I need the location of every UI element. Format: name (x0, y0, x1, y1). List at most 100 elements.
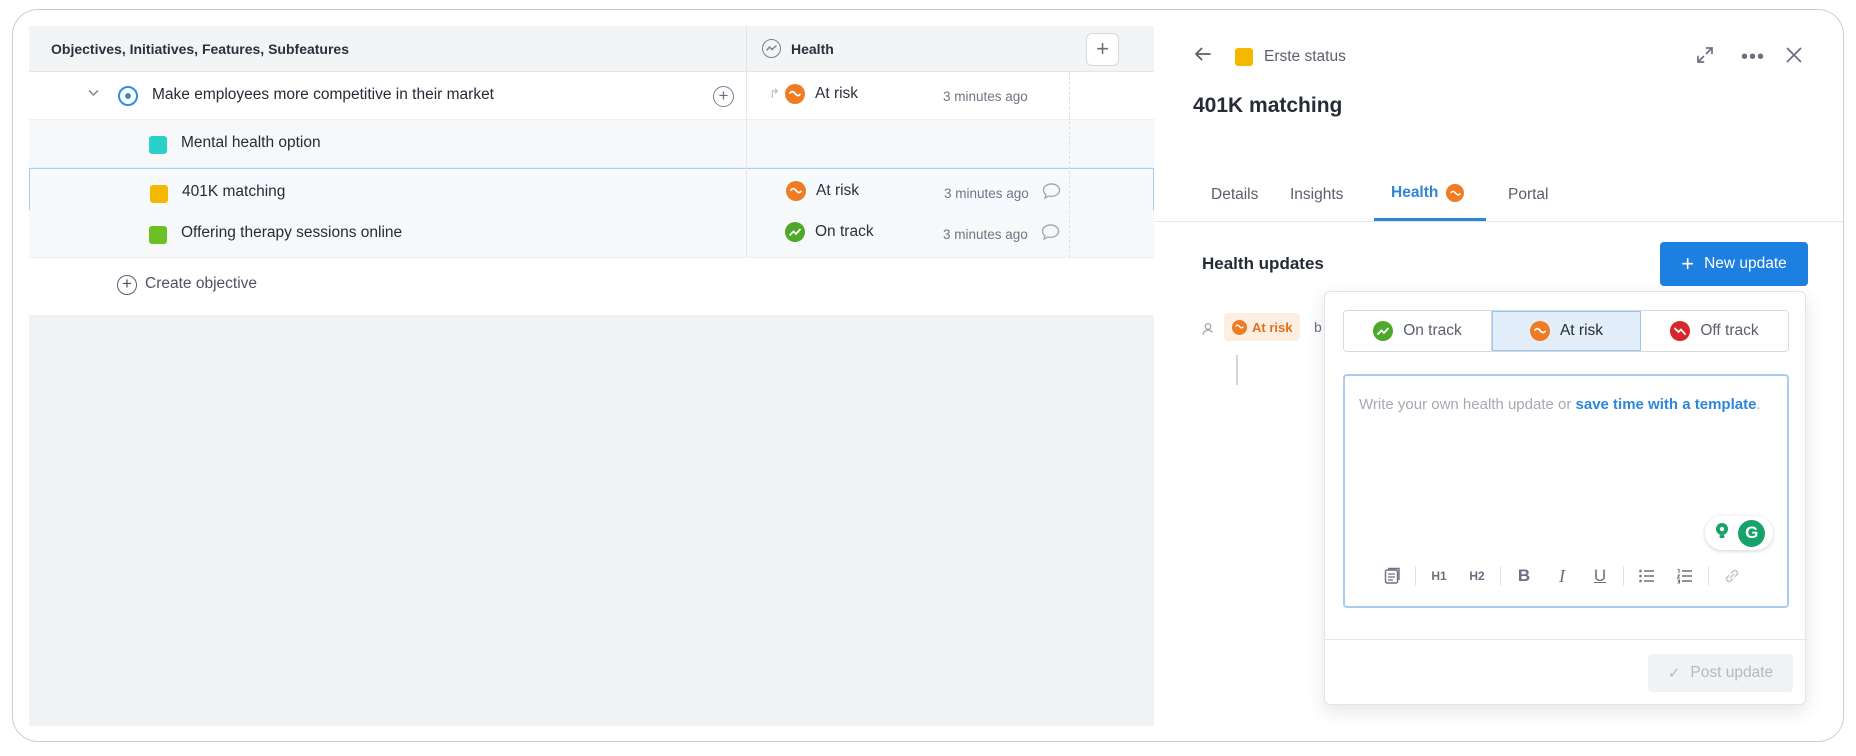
italic-button[interactable]: I (1543, 561, 1581, 591)
at-risk-icon (785, 84, 805, 104)
status-label: On track (815, 223, 874, 240)
history-status-badge: At risk (1224, 313, 1301, 341)
row-name[interactable]: Make employees more competitive in their… (152, 86, 494, 104)
feature-color-square (150, 185, 168, 203)
updated-time: 3 minutes ago (943, 89, 1028, 104)
health-status-selector: On track At risk Off track (1343, 310, 1789, 352)
new-update-button[interactable]: + New update (1660, 242, 1808, 286)
column-divider (746, 72, 747, 258)
at-risk-icon (1529, 321, 1550, 341)
off-track-icon (1670, 321, 1691, 341)
toolbar-divider (1623, 566, 1624, 586)
table-row[interactable]: Make employees more competitive in their… (29, 72, 1154, 120)
column-header-health-label: Health (791, 40, 834, 57)
grid-header: Objectives, Initiatives, Features, Subfe… (29, 26, 1154, 72)
create-objective-row[interactable]: + Create objective (29, 258, 1154, 315)
status-option-label: On track (1403, 322, 1462, 339)
status-badge[interactable]: On track (785, 222, 874, 242)
status-option-on-track[interactable]: On track (1344, 311, 1492, 351)
at-risk-icon (786, 181, 806, 201)
at-risk-icon (1446, 184, 1465, 202)
status-option-label: Off track (1700, 322, 1759, 339)
lightbulb-icon[interactable] (1713, 521, 1731, 546)
more-options-icon[interactable]: ••• (1741, 46, 1765, 69)
popover-divider (1325, 639, 1807, 640)
status-badge[interactable]: At risk (786, 181, 859, 201)
detail-drawer: Erste status ••• 401K matching Details I… (1154, 10, 1843, 741)
back-arrow-icon[interactable] (1194, 46, 1212, 67)
close-icon[interactable] (1785, 46, 1803, 69)
health-update-editor[interactable]: Write your own health update or save tim… (1343, 374, 1789, 608)
updated-time: 3 minutes ago (944, 186, 1029, 201)
status-label: At risk (815, 85, 859, 102)
add-column-button[interactable]: + (1086, 33, 1119, 66)
status-option-label: At risk (1559, 322, 1604, 339)
row-name[interactable]: Offering therapy sessions online (181, 224, 402, 242)
drawer-title: 401K matching (1193, 94, 1343, 117)
tab-insights[interactable]: Insights (1290, 186, 1343, 204)
editor-toolbar: H1 H2 B I U (1373, 560, 1751, 592)
updated-time: 3 minutes ago (943, 227, 1028, 242)
link-icon[interactable] (1713, 561, 1751, 591)
at-risk-icon (1232, 319, 1247, 335)
table-row[interactable]: Offering therapy sessions online On trac… (29, 210, 1154, 258)
toolbar-divider (1500, 566, 1501, 586)
template-link[interactable]: save time with a template (1576, 396, 1757, 413)
objective-target-icon (118, 86, 138, 106)
check-icon: ✓ (1667, 665, 1681, 682)
numbered-list-icon[interactable] (1666, 561, 1704, 591)
app-window: Objectives, Initiatives, Features, Subfe… (12, 9, 1844, 742)
on-track-icon (1373, 321, 1394, 341)
status-option-at-risk[interactable]: At risk (1492, 311, 1641, 351)
table-row-selected[interactable]: 401K matching At risk 3 minutes ago (29, 168, 1154, 216)
status-option-off-track[interactable]: Off track (1641, 311, 1788, 351)
heading-1-button[interactable]: H1 (1420, 561, 1458, 591)
post-update-button[interactable]: ✓ Post update (1648, 654, 1793, 692)
health-icon (762, 39, 781, 58)
drawer-status-label[interactable]: Erste status (1264, 48, 1346, 66)
expand-icon[interactable] (1696, 46, 1714, 69)
history-author: b (1314, 319, 1322, 335)
on-track-icon (785, 222, 805, 242)
rollup-arrow-icon: ↱ (769, 86, 780, 101)
plus-circle-icon: + (117, 275, 137, 295)
tab-health[interactable]: Health (1391, 184, 1465, 202)
heading-2-button[interactable]: H2 (1458, 561, 1496, 591)
add-child-button[interactable]: + (713, 86, 734, 107)
template-icon[interactable] (1373, 561, 1411, 591)
comment-icon[interactable] (1042, 182, 1061, 205)
tab-portal[interactable]: Portal (1508, 186, 1549, 204)
table-row[interactable]: Mental health option (29, 120, 1154, 168)
post-update-label: Post update (1690, 664, 1774, 681)
tab-health-label: Health (1391, 184, 1439, 202)
chevron-down-icon[interactable] (87, 86, 100, 102)
column-divider-dashed (1069, 72, 1070, 258)
health-update-popover: On track At risk Off track Write your ow… (1324, 291, 1807, 705)
section-title: Health updates (1202, 254, 1324, 273)
create-objective-link[interactable]: Create objective (145, 275, 257, 293)
grammarly-widget[interactable]: G (1705, 516, 1773, 550)
underline-button[interactable]: U (1581, 561, 1619, 591)
toolbar-divider (1415, 566, 1416, 586)
tab-details[interactable]: Details (1211, 186, 1258, 204)
bullet-list-icon[interactable] (1628, 561, 1666, 591)
plus-icon: + (1681, 251, 1695, 276)
row-name[interactable]: Mental health option (181, 134, 321, 152)
comment-icon[interactable] (1041, 223, 1060, 246)
column-header-health[interactable]: Health (762, 39, 834, 58)
status-label: At risk (816, 182, 860, 199)
objectives-grid: Objectives, Initiatives, Features, Subfe… (29, 26, 1154, 726)
row-name[interactable]: 401K matching (182, 183, 285, 201)
status-badge[interactable]: At risk (785, 84, 858, 104)
column-header-objectives[interactable]: Objectives, Initiatives, Features, Subfe… (51, 41, 349, 57)
feature-color-square (1235, 48, 1253, 66)
toolbar-divider (1708, 566, 1709, 586)
feature-color-square (149, 136, 167, 154)
grammarly-logo-icon[interactable]: G (1738, 519, 1766, 547)
placeholder-suffix: . (1756, 396, 1761, 413)
active-tab-indicator (1374, 218, 1486, 221)
editor-placeholder[interactable]: Write your own health update or save tim… (1359, 390, 1769, 419)
bold-button[interactable]: B (1505, 561, 1543, 591)
drawer-tabs: Details Insights Health Portal (1154, 170, 1843, 222)
feature-color-square (149, 226, 167, 244)
